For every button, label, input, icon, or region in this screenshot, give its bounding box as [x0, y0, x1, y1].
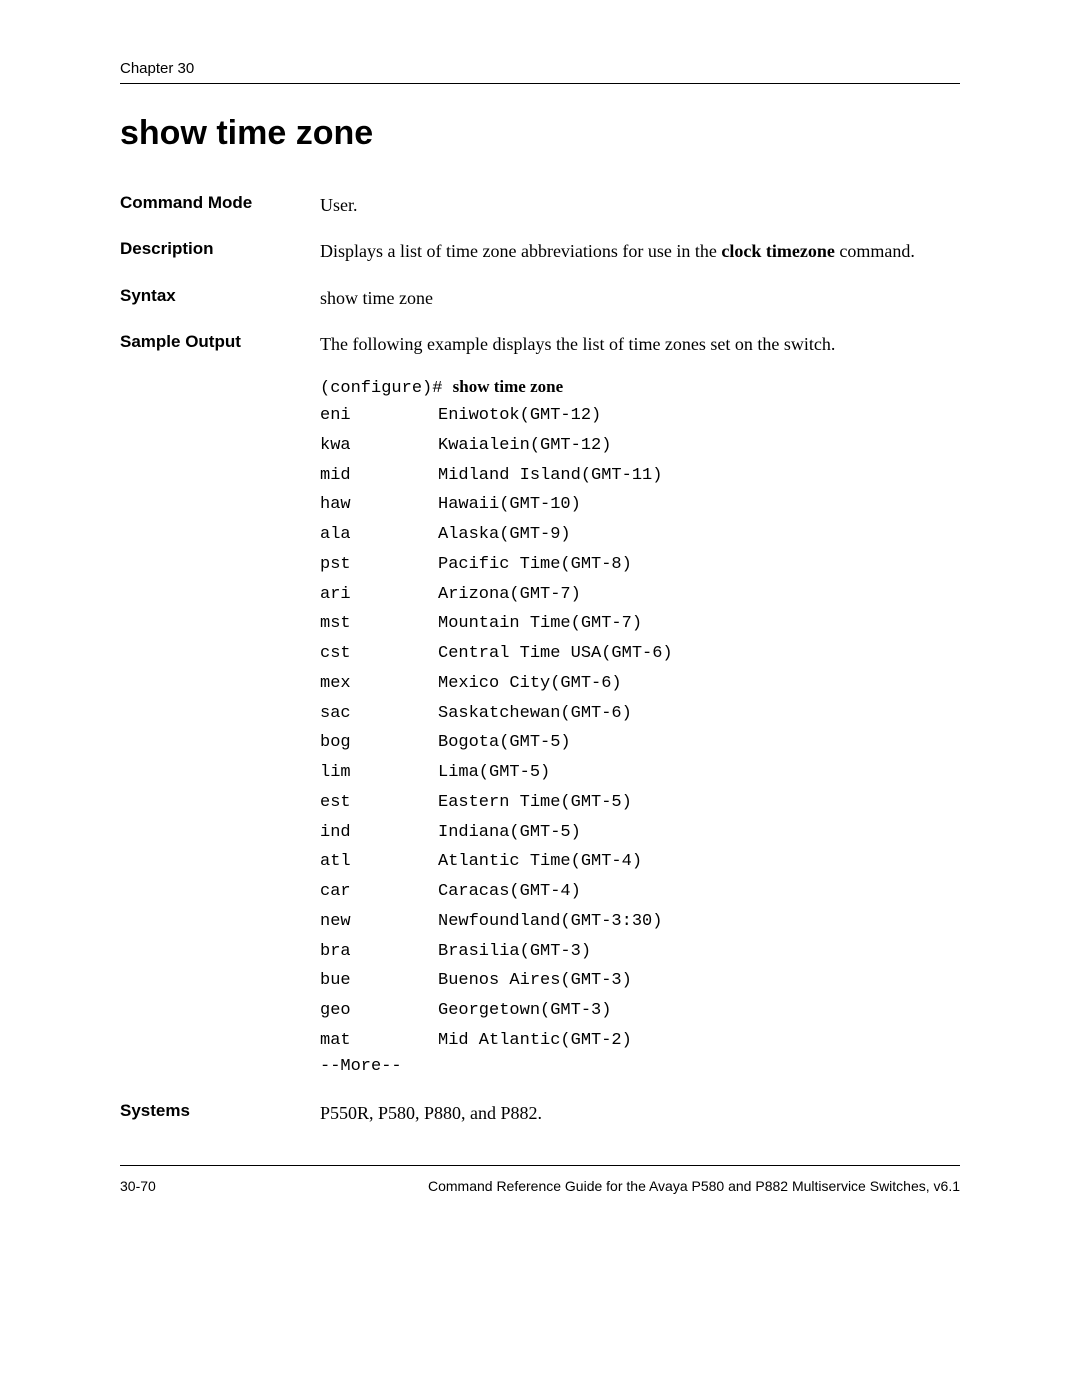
command-mode-row: Command Mode User.: [120, 193, 960, 217]
syntax-row: Syntax show time zone: [120, 286, 960, 310]
sample-command: show time zone: [453, 377, 563, 396]
timezone-abbr: lim: [320, 758, 438, 788]
systems-row: Systems P550R, P580, P880, and P882.: [120, 1101, 960, 1125]
timezone-row: pstPacific Time(GMT-8): [320, 550, 960, 580]
timezone-abbr: mst: [320, 609, 438, 639]
command-mode-value: User.: [320, 193, 960, 217]
timezone-desc: Brasilia(GMT-3): [438, 937, 960, 967]
timezone-desc: Eastern Time(GMT-5): [438, 788, 960, 818]
timezone-desc: Mid Atlantic(GMT-2): [438, 1026, 960, 1056]
timezone-abbr: atl: [320, 847, 438, 877]
timezone-abbr: bue: [320, 966, 438, 996]
timezone-row: limLima(GMT-5): [320, 758, 960, 788]
timezone-row: matMid Atlantic(GMT-2): [320, 1026, 960, 1056]
timezone-abbr: bra: [320, 937, 438, 967]
timezone-abbr: haw: [320, 490, 438, 520]
timezone-desc: Midland Island(GMT-11): [438, 461, 960, 491]
timezone-desc: Pacific Time(GMT-8): [438, 550, 960, 580]
timezone-abbr: ind: [320, 818, 438, 848]
timezone-desc: Mexico City(GMT-6): [438, 669, 960, 699]
timezone-row: ariArizona(GMT-7): [320, 580, 960, 610]
description-value: Displays a list of time zone abbreviatio…: [320, 239, 960, 263]
syntax-value: show time zone: [320, 286, 960, 310]
sample-prompt: (configure)#: [320, 379, 453, 398]
timezone-abbr: ala: [320, 520, 438, 550]
bottom-rule: [120, 1165, 960, 1166]
timezone-row: eniEniwotok(GMT-12): [320, 401, 960, 431]
timezone-abbr: sac: [320, 699, 438, 729]
timezone-row: bueBuenos Aires(GMT-3): [320, 966, 960, 996]
timezone-abbr: eni: [320, 401, 438, 431]
page-footer: 30-70 Command Reference Guide for the Av…: [120, 1178, 960, 1194]
description-text-pre: Displays a list of time zone abbreviatio…: [320, 241, 721, 261]
command-mode-label: Command Mode: [120, 193, 320, 213]
timezone-abbr: mat: [320, 1026, 438, 1056]
timezone-desc: Atlantic Time(GMT-4): [438, 847, 960, 877]
timezone-abbr: pst: [320, 550, 438, 580]
timezone-row: hawHawaii(GMT-10): [320, 490, 960, 520]
timezone-desc: Arizona(GMT-7): [438, 580, 960, 610]
timezone-abbr: geo: [320, 996, 438, 1026]
description-row: Description Displays a list of time zone…: [120, 239, 960, 263]
timezone-row: geoGeorgetown(GMT-3): [320, 996, 960, 1026]
timezone-row: sacSaskatchewan(GMT-6): [320, 699, 960, 729]
timezone-desc: Bogota(GMT-5): [438, 728, 960, 758]
more-indicator: --More--: [320, 1056, 960, 1079]
timezone-desc: Caracas(GMT-4): [438, 877, 960, 907]
timezone-row: braBrasilia(GMT-3): [320, 937, 960, 967]
footer-page-number: 30-70: [120, 1178, 156, 1194]
timezone-row: atlAtlantic Time(GMT-4): [320, 847, 960, 877]
timezone-desc: Central Time USA(GMT-6): [438, 639, 960, 669]
timezone-desc: Newfoundland(GMT-3:30): [438, 907, 960, 937]
top-rule: [120, 83, 960, 84]
timezone-list: eniEniwotok(GMT-12)kwaKwaialein(GMT-12)m…: [320, 401, 960, 1056]
timezone-row: newNewfoundland(GMT-3:30): [320, 907, 960, 937]
timezone-desc: Buenos Aires(GMT-3): [438, 966, 960, 996]
sample-output-block: (configure)# show time zone eniEniwotok(…: [320, 376, 960, 1078]
systems-value: P550R, P580, P880, and P882.: [320, 1101, 960, 1125]
timezone-abbr: car: [320, 877, 438, 907]
description-text-post: command.: [835, 241, 915, 261]
timezone-abbr: mex: [320, 669, 438, 699]
timezone-desc: Hawaii(GMT-10): [438, 490, 960, 520]
chapter-label: Chapter 30: [120, 60, 960, 77]
sample-output-intro: The following example displays the list …: [320, 332, 960, 356]
timezone-desc: Saskatchewan(GMT-6): [438, 699, 960, 729]
timezone-row: kwaKwaialein(GMT-12): [320, 431, 960, 461]
timezone-row: mexMexico City(GMT-6): [320, 669, 960, 699]
description-label: Description: [120, 239, 320, 259]
timezone-abbr: cst: [320, 639, 438, 669]
syntax-label: Syntax: [120, 286, 320, 306]
timezone-abbr: kwa: [320, 431, 438, 461]
timezone-row: midMidland Island(GMT-11): [320, 461, 960, 491]
timezone-desc: Georgetown(GMT-3): [438, 996, 960, 1026]
sample-prompt-line: (configure)# show time zone: [320, 376, 960, 401]
timezone-desc: Eniwotok(GMT-12): [438, 401, 960, 431]
systems-label: Systems: [120, 1101, 320, 1121]
description-text-bold: clock timezone: [721, 241, 834, 261]
timezone-row: carCaracas(GMT-4): [320, 877, 960, 907]
timezone-desc: Alaska(GMT-9): [438, 520, 960, 550]
footer-doc-title: Command Reference Guide for the Avaya P5…: [428, 1178, 960, 1194]
timezone-desc: Kwaialein(GMT-12): [438, 431, 960, 461]
timezone-row: mstMountain Time(GMT-7): [320, 609, 960, 639]
timezone-desc: Mountain Time(GMT-7): [438, 609, 960, 639]
timezone-abbr: mid: [320, 461, 438, 491]
timezone-row: bogBogota(GMT-5): [320, 728, 960, 758]
page-title: show time zone: [120, 114, 960, 153]
timezone-desc: Indiana(GMT-5): [438, 818, 960, 848]
timezone-desc: Lima(GMT-5): [438, 758, 960, 788]
timezone-abbr: bog: [320, 728, 438, 758]
page-container: Chapter 30 show time zone Command Mode U…: [0, 0, 1080, 1244]
timezone-row: alaAlaska(GMT-9): [320, 520, 960, 550]
timezone-abbr: new: [320, 907, 438, 937]
timezone-row: indIndiana(GMT-5): [320, 818, 960, 848]
timezone-row: cstCentral Time USA(GMT-6): [320, 639, 960, 669]
timezone-abbr: est: [320, 788, 438, 818]
sample-output-label: Sample Output: [120, 332, 320, 352]
timezone-row: estEastern Time(GMT-5): [320, 788, 960, 818]
sample-output-row: Sample Output The following example disp…: [120, 332, 960, 1079]
timezone-abbr: ari: [320, 580, 438, 610]
